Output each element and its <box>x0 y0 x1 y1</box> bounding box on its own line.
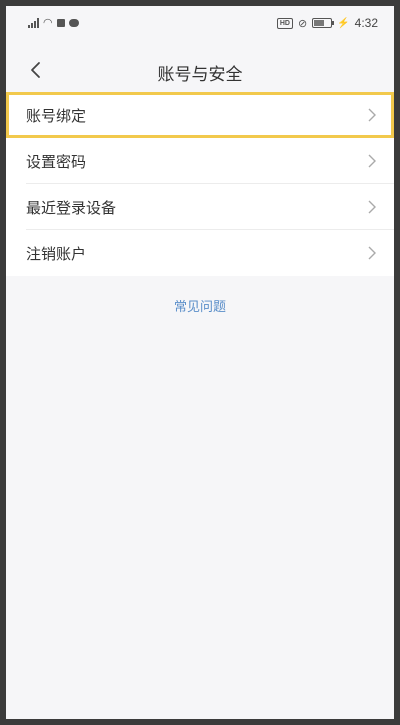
menu-item-account-binding[interactable]: 账号绑定 <box>6 92 394 138</box>
battery-icon <box>312 18 335 28</box>
chevron-right-icon <box>368 154 376 168</box>
menu-item-label: 注销账户 <box>26 245 87 263</box>
phone-screen: ◠ HD ⊘ ⚡ 4:32 账号与安全 账号绑定 设置密码 最近登录设备 注销账… <box>6 6 394 719</box>
faq-link[interactable]: 常见问题 <box>6 296 394 315</box>
menu-item-recent-devices[interactable]: 最近登录设备 <box>6 184 394 230</box>
menu-item-label: 设置密码 <box>26 153 87 171</box>
status-right: HD ⊘ ⚡ 4:32 <box>276 16 378 30</box>
notification-square-icon <box>56 18 65 27</box>
signal-icon <box>28 17 39 28</box>
mute-icon: ⊘ <box>297 17 308 30</box>
wifi-icon: ◠ <box>43 17 53 29</box>
hd-badge: HD <box>276 17 293 29</box>
page-title: 账号与安全 <box>157 65 243 85</box>
charging-icon: ⚡ <box>337 17 350 29</box>
clock: 4:32 <box>354 16 378 30</box>
menu-item-set-password[interactable]: 设置密码 <box>6 138 394 184</box>
chevron-right-icon <box>368 200 376 214</box>
chevron-right-icon <box>368 108 376 122</box>
status-bar: ◠ HD ⊘ ⚡ 4:32 <box>6 6 394 44</box>
chevron-right-icon <box>368 246 376 260</box>
message-icon <box>68 18 79 27</box>
menu-item-label: 最近登录设备 <box>26 199 117 217</box>
menu-list: 账号绑定 设置密码 最近登录设备 注销账户 <box>6 92 394 276</box>
menu-item-delete-account[interactable]: 注销账户 <box>6 230 394 276</box>
menu-item-label: 账号绑定 <box>26 107 87 125</box>
status-left: ◠ <box>28 16 79 29</box>
